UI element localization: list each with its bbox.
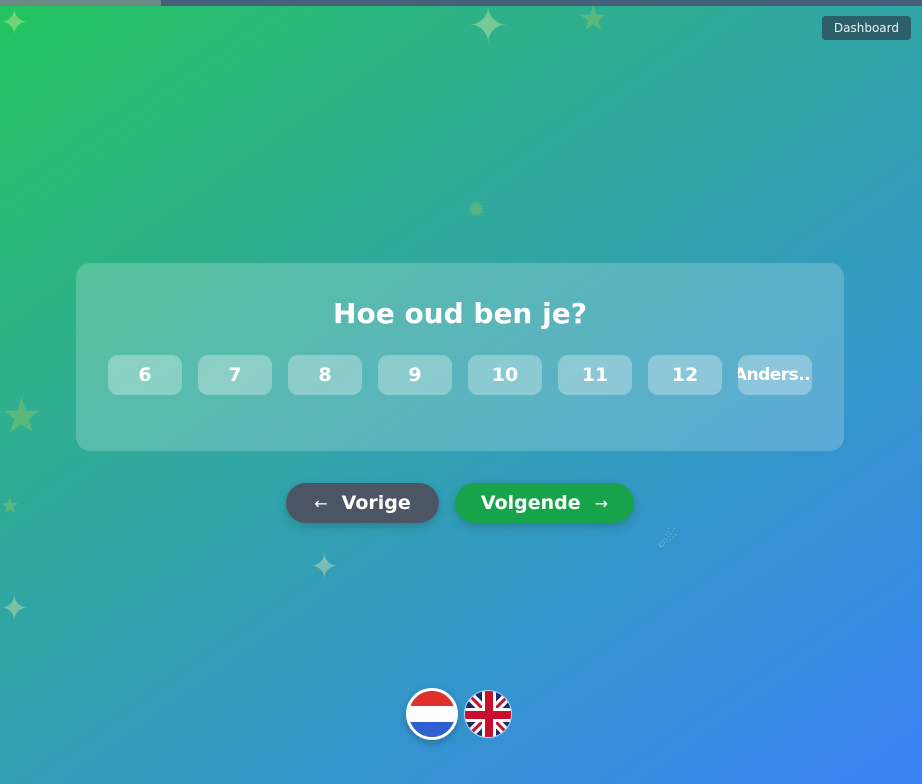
previous-button-label: Vorige <box>341 492 411 514</box>
age-option-9[interactable]: 9 <box>378 355 452 395</box>
age-option-10[interactable]: 10 <box>468 355 542 395</box>
sparkle-icon: ✦ <box>0 3 29 43</box>
arrow-right-icon: → <box>594 493 609 513</box>
dashboard-button[interactable]: Dashboard <box>821 16 911 40</box>
age-option-12[interactable]: 12 <box>648 355 722 395</box>
next-button-label: Volgende <box>480 492 581 514</box>
progress-bar-fill <box>0 0 162 6</box>
age-option-7[interactable]: 7 <box>198 355 272 395</box>
question-card: Hoe oud ben je? 6 7 8 9 10 11 12 Anders.… <box>76 263 844 451</box>
age-option-other[interactable]: Anders... <box>738 355 812 395</box>
age-option-8[interactable]: 8 <box>288 355 362 395</box>
progress-bar <box>0 0 922 6</box>
arrow-left-icon: ← <box>314 493 328 513</box>
sparkle-icon: ✦ <box>310 547 339 587</box>
star-icon: ✹ <box>467 198 486 223</box>
next-button[interactable]: Volgende → <box>455 483 634 523</box>
comet-icon: ☄ <box>658 528 678 553</box>
dutch-flag-icon[interactable] <box>406 688 458 740</box>
age-option-6[interactable]: 6 <box>108 355 182 395</box>
star-icon: ★ <box>578 0 609 39</box>
question-title: Hoe oud ben je? <box>333 297 587 330</box>
age-option-11[interactable]: 11 <box>558 355 632 395</box>
star-icon: ★ <box>0 388 44 444</box>
star-icon: ★ <box>0 494 20 519</box>
uk-flag-icon[interactable] <box>464 690 512 738</box>
previous-button[interactable]: ← Vorige <box>286 483 439 523</box>
sparkle-icon: ✦ <box>468 0 509 54</box>
sparkle-icon: ✦ <box>0 589 29 629</box>
age-options: 6 7 8 9 10 11 12 Anders... <box>108 355 812 395</box>
